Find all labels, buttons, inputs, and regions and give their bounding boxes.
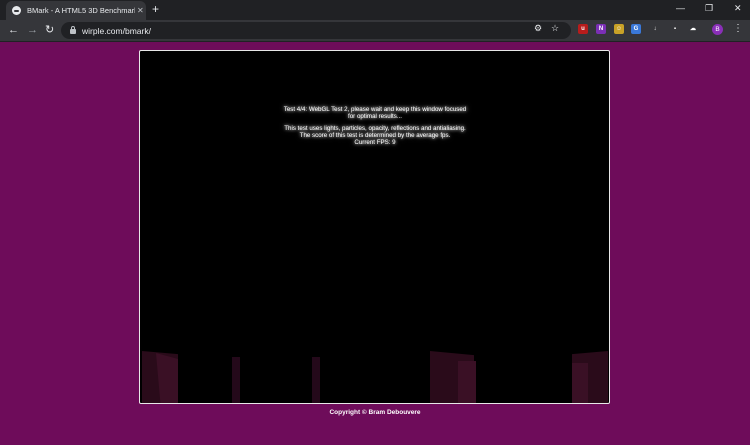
fps-counter: Current FPS: 9 bbox=[354, 139, 396, 146]
scene-block bbox=[458, 361, 476, 403]
translate-icon[interactable]: G bbox=[631, 24, 641, 34]
profile-avatar[interactable]: B bbox=[712, 24, 723, 35]
benchmark-status: Test 4/4: WebGL Test 2, please wait and … bbox=[280, 106, 470, 146]
restore-button[interactable]: ❐ bbox=[705, 3, 713, 13]
close-window-button[interactable]: ✕ bbox=[734, 3, 742, 13]
bookmark-star-icon[interactable]: ☆ bbox=[551, 23, 559, 34]
browser-toolbar: ← → ↻ wirple.com/bmark/ ⚙ ☆ u N ☺ G ↓ ▪ ☁ B ⋮ bbox=[0, 20, 750, 42]
new-tab-button[interactable]: + bbox=[152, 3, 159, 15]
status-line-2: This test uses lights, particles, opacit… bbox=[284, 125, 466, 139]
scene-block bbox=[312, 357, 320, 403]
back-button[interactable]: ← bbox=[8, 24, 19, 36]
scene-block bbox=[232, 357, 240, 403]
scene-block bbox=[572, 363, 588, 403]
minimize-button[interactable]: — bbox=[676, 3, 685, 13]
extension-face-icon[interactable]: ☺ bbox=[614, 24, 624, 34]
tab-strip: BMark - A HTML5 3D Benchmark ✕ + — ❐ ✕ bbox=[0, 0, 750, 20]
tab-close-icon[interactable]: ✕ bbox=[137, 6, 144, 15]
reload-button[interactable]: ↻ bbox=[45, 24, 54, 36]
tab-title: BMark - A HTML5 3D Benchmark bbox=[27, 6, 135, 15]
browser-menu-icon[interactable]: ⋮ bbox=[733, 23, 743, 35]
onenote-icon[interactable]: N bbox=[596, 24, 606, 34]
address-bar[interactable]: wirple.com/bmark/ bbox=[61, 22, 571, 39]
status-line-1: Test 4/4: WebGL Test 2, please wait and … bbox=[283, 106, 467, 120]
download-icon[interactable]: ↓ bbox=[650, 24, 660, 34]
globe-icon bbox=[12, 6, 21, 15]
chat-icon[interactable]: ▪ bbox=[670, 24, 680, 34]
site-settings-icon[interactable]: ⚙ bbox=[534, 23, 542, 34]
tab-bmark[interactable]: BMark - A HTML5 3D Benchmark ✕ bbox=[6, 1, 146, 20]
webgl-canvas[interactable]: Test 4/4: WebGL Test 2, please wait and … bbox=[139, 50, 610, 404]
lock-icon[interactable] bbox=[70, 26, 76, 34]
copyright-text: Copyright © Bram Debouvere bbox=[329, 409, 421, 416]
url-text[interactable]: wirple.com/bmark/ bbox=[82, 26, 151, 36]
ublock-icon[interactable]: u bbox=[578, 24, 588, 34]
forward-button[interactable]: → bbox=[27, 24, 38, 36]
cloud-icon[interactable]: ☁ bbox=[688, 24, 698, 34]
